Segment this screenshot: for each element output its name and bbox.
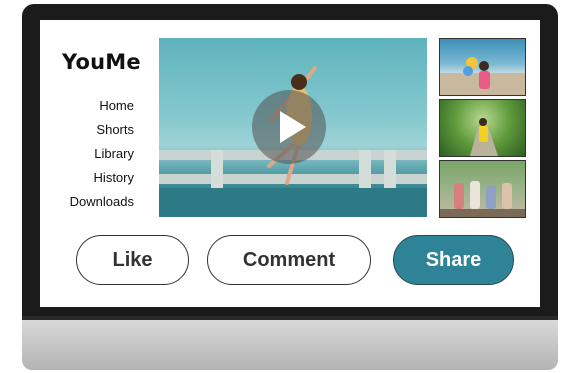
video-thumbnail-icon [440, 181, 525, 217]
thumbnail-2[interactable] [439, 99, 526, 157]
share-button[interactable]: Share [393, 235, 514, 285]
nav-item-downloads[interactable]: Downloads [70, 190, 134, 214]
nav-item-history[interactable]: History [70, 166, 134, 190]
nav-item-shorts[interactable]: Shorts [70, 118, 134, 142]
like-button[interactable]: Like [76, 235, 189, 285]
app-screen: YouMe Home Shorts Library History Downlo… [40, 20, 540, 307]
video-thumbnail-icon [470, 118, 498, 156]
monitor-chin [22, 320, 558, 370]
main-video-player[interactable] [159, 38, 427, 217]
video-thumbnail-icon [440, 57, 525, 95]
play-button[interactable] [252, 90, 326, 164]
nav-item-home[interactable]: Home [70, 94, 134, 118]
comment-button[interactable]: Comment [207, 235, 371, 285]
sidebar-nav: Home Shorts Library History Downloads [70, 94, 134, 214]
nav-item-library[interactable]: Library [70, 142, 134, 166]
thumbnail-1[interactable] [439, 38, 526, 96]
thumbnail-3[interactable] [439, 160, 526, 218]
play-icon [280, 111, 306, 143]
app-logo: YouMe [62, 50, 141, 74]
